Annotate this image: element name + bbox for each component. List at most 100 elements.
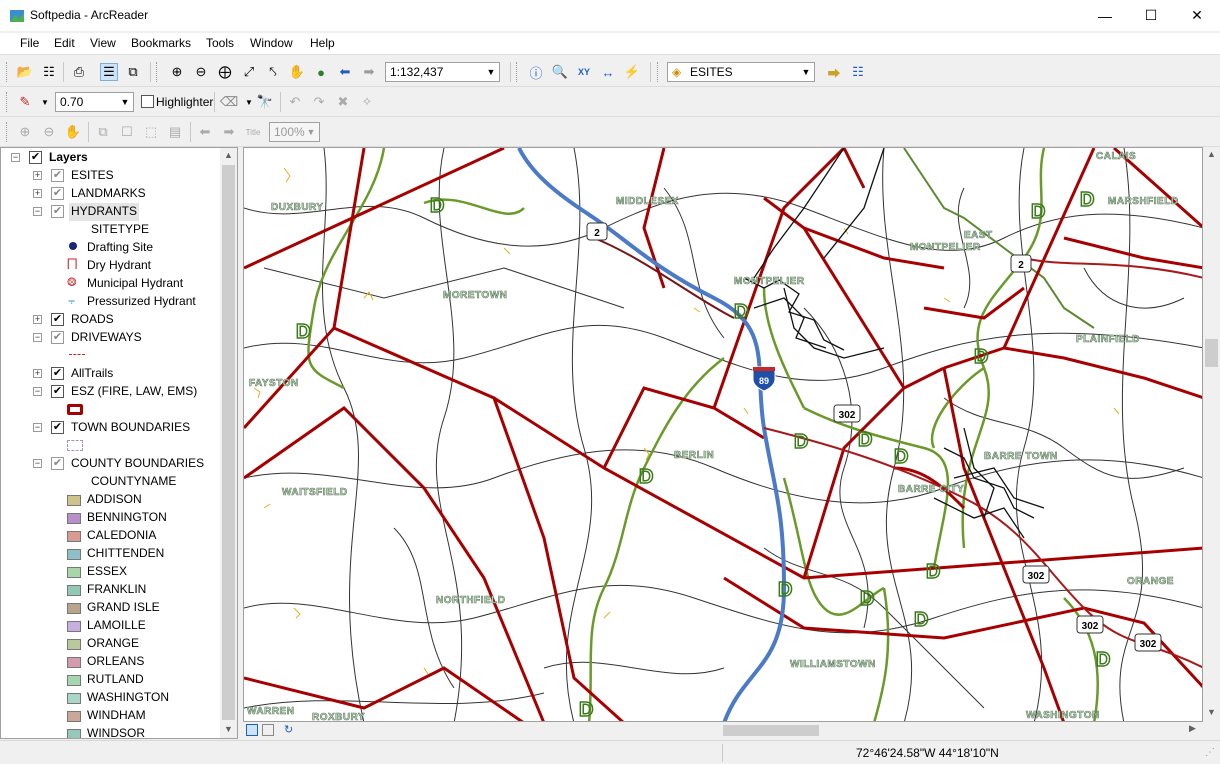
toc-layer-county-boundaries[interactable]: COUNTY BOUNDARIES bbox=[71, 456, 204, 474]
toc-layer-alltrails[interactable]: AllTrails bbox=[71, 366, 113, 384]
zoom-out-icon[interactable]: ⊖ bbox=[192, 63, 210, 81]
toolbar-grip[interactable] bbox=[6, 92, 9, 112]
layout-zoom-in-icon[interactable]: ⊕ bbox=[16, 123, 34, 141]
collapse-icon[interactable]: − bbox=[33, 423, 42, 432]
map-vscroll-thumb[interactable] bbox=[1205, 339, 1218, 367]
expand-icon[interactable]: + bbox=[33, 171, 42, 180]
toc-layer-hydrants[interactable]: HYDRANTS bbox=[69, 203, 140, 221]
layers-checkbox[interactable]: ✔ bbox=[29, 151, 42, 164]
toolbar-grip[interactable] bbox=[657, 62, 660, 82]
refresh-icon[interactable]: ↻ bbox=[284, 723, 293, 736]
layer-checkbox[interactable]: ✔ bbox=[51, 421, 64, 434]
full-extent-icon[interactable]: ⤢ bbox=[240, 63, 258, 81]
toc-layer-town-boundaries[interactable]: TOWN BOUNDARIES bbox=[71, 420, 190, 438]
expand-icon[interactable]: + bbox=[33, 315, 42, 324]
toc-layer-esites[interactable]: ESITES bbox=[71, 168, 114, 186]
zoom-in-icon[interactable]: ⊕ bbox=[168, 63, 186, 81]
menu-edit[interactable]: Edit bbox=[54, 36, 75, 50]
attributes-icon[interactable]: ☷ bbox=[849, 63, 867, 81]
pen-color-icon[interactable]: ✎ bbox=[16, 93, 34, 111]
menu-file[interactable]: File bbox=[20, 36, 39, 50]
minimize-button[interactable]: ― bbox=[1082, 0, 1128, 31]
toc-layer-landmarks[interactable]: LANDMARKS bbox=[71, 186, 146, 204]
maximize-button[interactable]: ☐ bbox=[1128, 0, 1174, 31]
zoom-percent-combo[interactable]: 100% ▼ bbox=[269, 122, 320, 142]
map-horizontal-scrollbar[interactable]: ↻ ▶ bbox=[243, 722, 1203, 739]
delete-marker-icon[interactable]: ✖ bbox=[334, 93, 352, 111]
highlighter-checkbox[interactable] bbox=[141, 95, 154, 108]
next-extent-icon[interactable]: ➡ bbox=[220, 123, 238, 141]
layer-checkbox[interactable]: ✔ bbox=[51, 187, 64, 200]
back-icon[interactable]: ⬅ bbox=[336, 63, 354, 81]
scale-combo[interactable]: 1:132,437 ▼ bbox=[385, 62, 500, 82]
data-view-tab-icon[interactable] bbox=[246, 724, 258, 736]
toc-scroll-thumb[interactable] bbox=[222, 165, 235, 720]
collapse-icon[interactable]: − bbox=[33, 387, 42, 396]
title-button[interactable]: Title bbox=[244, 123, 262, 141]
toc-layer-esz[interactable]: ESZ (FIRE, LAW, EMS) bbox=[71, 384, 197, 402]
toc-layer-driveways[interactable]: DRIVEWAYS bbox=[71, 330, 142, 348]
scroll-up-icon[interactable]: ▲ bbox=[1207, 149, 1216, 159]
expand-icon[interactable]: + bbox=[33, 189, 42, 198]
hyperlink-icon[interactable]: ⚡ bbox=[623, 63, 641, 81]
close-button[interactable]: ✕ bbox=[1174, 0, 1220, 31]
layer-checkbox[interactable]: ✔ bbox=[51, 385, 64, 398]
layer-checkbox[interactable]: ✔ bbox=[51, 313, 64, 326]
line-width-combo[interactable]: 0.70 ▼ bbox=[55, 92, 134, 112]
toolbar-grip[interactable] bbox=[156, 62, 159, 82]
pan-icon[interactable]: ✋ bbox=[288, 63, 306, 81]
collapse-icon[interactable]: − bbox=[33, 333, 42, 342]
fixed-zoom-icon[interactable]: ⬚ bbox=[142, 123, 160, 141]
page-icon[interactable]: ▤ bbox=[166, 123, 184, 141]
layout-view-icon[interactable]: ⧉ bbox=[124, 63, 142, 81]
measure-icon[interactable]: ↔ bbox=[599, 63, 617, 81]
collapse-icon[interactable]: − bbox=[33, 459, 42, 468]
layer-checkbox[interactable]: ✔ bbox=[51, 367, 64, 380]
layout-pan-icon[interactable]: ✋ bbox=[64, 123, 82, 141]
map-view[interactable]: D D D D D D D D D D D D D D D D 2 2 89 3… bbox=[243, 147, 1203, 722]
chevron-down-icon[interactable]: ▼ bbox=[798, 63, 814, 81]
prev-marker-icon[interactable]: ↶ bbox=[286, 93, 304, 111]
menu-window[interactable]: Window bbox=[250, 36, 293, 50]
toolbar-grip[interactable] bbox=[6, 62, 9, 82]
expand-icon[interactable]: + bbox=[33, 369, 42, 378]
toolbar-grip[interactable] bbox=[6, 122, 9, 142]
scroll-up-icon[interactable]: ▲ bbox=[224, 150, 233, 160]
layout-view-tab-icon[interactable] bbox=[262, 724, 274, 736]
resize-grip-icon[interactable]: ⋰ bbox=[1205, 747, 1215, 758]
binoculars-icon[interactable]: 🔭 bbox=[256, 93, 274, 111]
menu-help[interactable]: Help bbox=[310, 36, 335, 50]
layer-checkbox[interactable]: ✔ bbox=[51, 205, 64, 218]
scroll-right-icon[interactable]: ▶ bbox=[1189, 723, 1196, 734]
map-vertical-scrollbar[interactable]: ▲ ▼ bbox=[1203, 147, 1220, 722]
fixed-zoom-out-icon[interactable]: ⤣ bbox=[264, 63, 282, 81]
chevron-down-icon[interactable]: ▼ bbox=[117, 93, 133, 111]
menu-tools[interactable]: Tools bbox=[206, 36, 234, 50]
prev-extent-icon[interactable]: ⬅ bbox=[196, 123, 214, 141]
globe-icon[interactable]: ● bbox=[312, 63, 330, 81]
page-layout-icon[interactable]: ☷ bbox=[40, 63, 58, 81]
map-canvas[interactable]: D D D D D D D D D D D D D D D D 2 2 89 3… bbox=[244, 148, 1203, 722]
print-icon[interactable]: ⎙ bbox=[70, 63, 88, 81]
next-marker-icon[interactable]: ↷ bbox=[310, 93, 328, 111]
menu-view[interactable]: View bbox=[90, 36, 116, 50]
fixed-zoom-in-icon[interactable]: ⨁ bbox=[216, 63, 234, 81]
goto-xy-icon[interactable]: XY bbox=[575, 63, 593, 81]
chevron-down-icon[interactable]: ▼ bbox=[303, 123, 319, 141]
map-hscroll-thumb[interactable] bbox=[723, 725, 819, 736]
zoom-whole-page-icon[interactable]: ⧉ bbox=[94, 123, 112, 141]
chevron-down-icon[interactable]: ▼ bbox=[483, 63, 499, 81]
collapse-icon[interactable]: − bbox=[33, 207, 42, 216]
menu-bookmarks[interactable]: Bookmarks bbox=[131, 36, 191, 50]
collapse-icon[interactable]: − bbox=[11, 153, 20, 162]
scroll-down-icon[interactable]: ▼ bbox=[224, 724, 233, 734]
open-icon[interactable]: 📂 bbox=[16, 63, 34, 81]
toolbar-grip[interactable] bbox=[516, 62, 519, 82]
chevron-down-icon[interactable]: ▼ bbox=[36, 93, 54, 111]
toc-layer-roads[interactable]: ROADS bbox=[71, 312, 114, 330]
eraser-icon[interactable]: ⌫ bbox=[220, 93, 238, 111]
toc-scrollbar[interactable]: ▲ ▼ bbox=[220, 148, 237, 738]
scroll-down-icon[interactable]: ▼ bbox=[1207, 707, 1216, 717]
layer-checkbox[interactable]: ✔ bbox=[51, 169, 64, 182]
find-icon[interactable]: 🔍 bbox=[551, 63, 569, 81]
